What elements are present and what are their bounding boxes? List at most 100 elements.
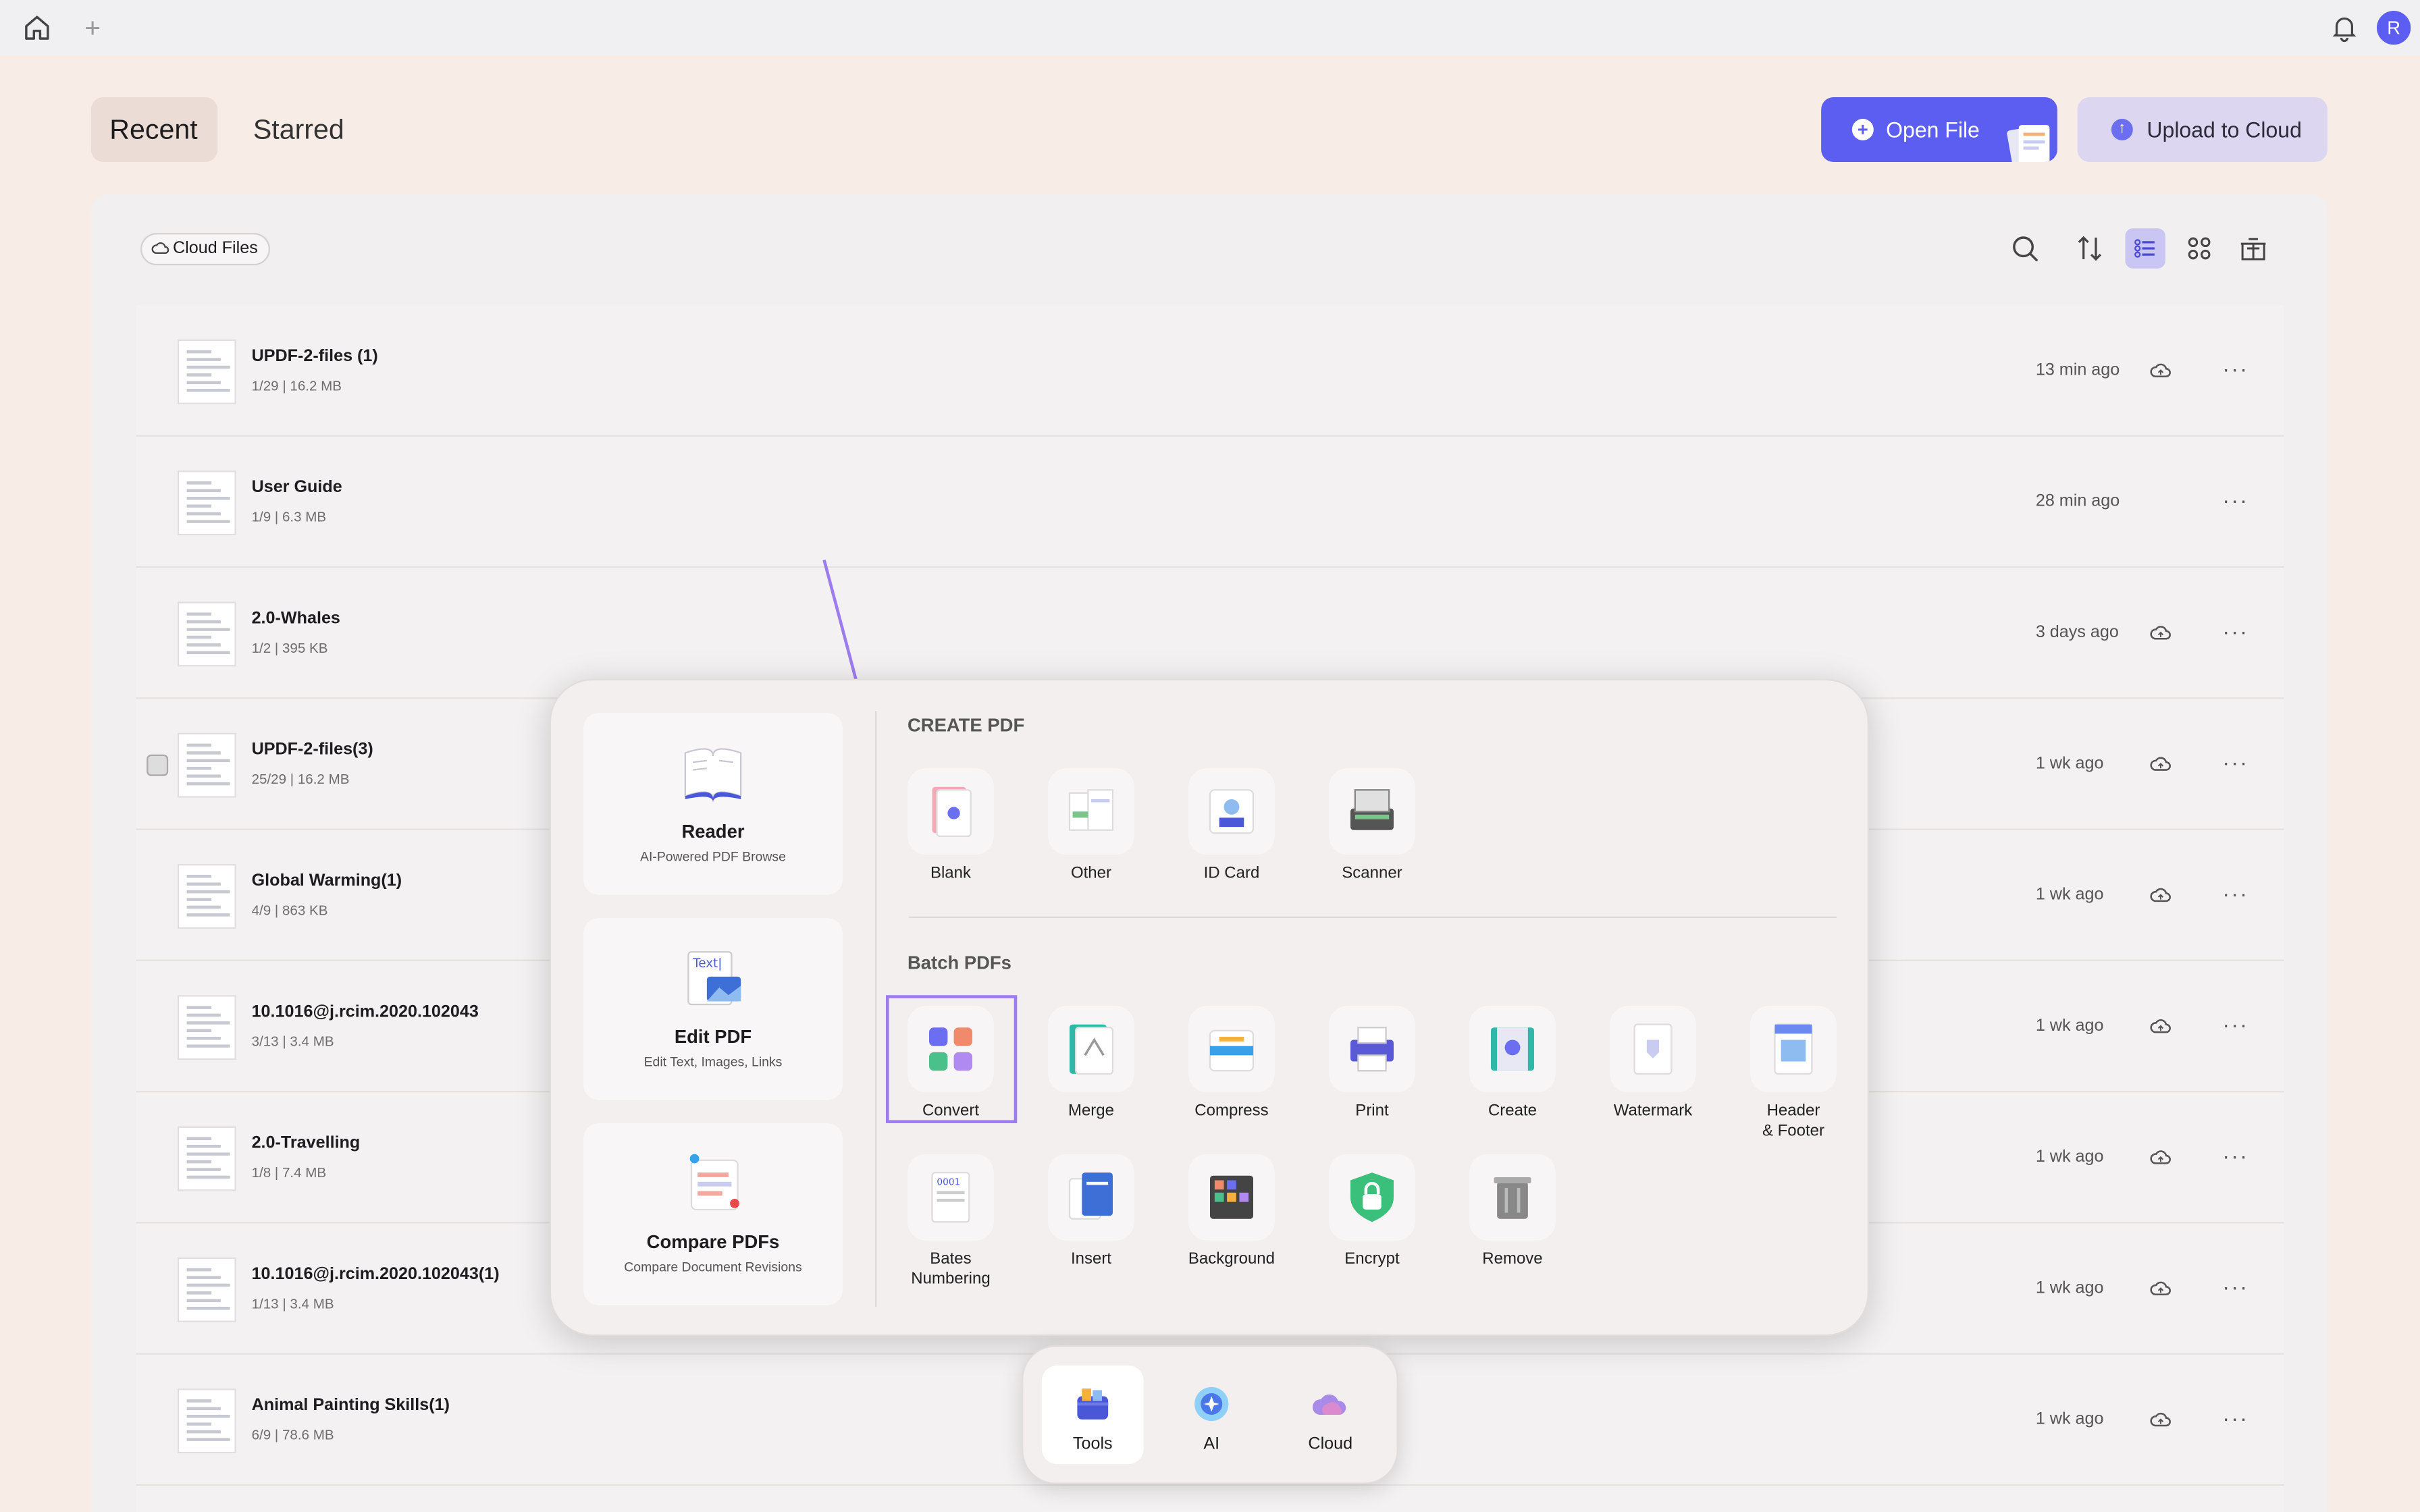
insert-tool[interactable]: Insert [1030,1154,1153,1270]
tab-recent[interactable]: Recent [90,97,218,162]
cloud-icon[interactable] [2150,1409,2172,1430]
file-meta: 1/29 | 16.2 MB [251,377,342,394]
file-thumbnail [177,601,236,667]
compress-tool[interactable]: Compress [1170,1006,1294,1121]
encrypt-tool[interactable]: Encrypt [1311,1154,1434,1270]
more-options-icon[interactable]: ··· [2222,881,2248,906]
cloud-files-label: Cloud Files [172,239,258,258]
tool-label: Create [1488,1101,1537,1120]
file-time: 1 wk ago [2035,754,2104,774]
more-options-icon[interactable]: ··· [2222,356,2248,381]
open-file-button[interactable]: + Open File [1821,97,2057,162]
card-subtitle: Edit Text, Images, Links [643,1054,783,1069]
tool-label: Remove [1482,1249,1543,1268]
dock-tools[interactable]: Tools [1041,1365,1144,1465]
file-name: 10.1016@j.rcim.2020.102043(1) [251,1265,500,1284]
tool-label: Blank [930,863,971,883]
cloud-icon [1312,1394,1346,1415]
tool-label: Watermark [1613,1101,1693,1120]
compare-pdfs-card[interactable]: Compare PDFs Compare Document Revisions [583,1123,843,1305]
create-tool[interactable]: Create [1451,1006,1575,1121]
dock-cloud[interactable]: Cloud [1280,1366,1382,1464]
cloud-icon[interactable] [2150,1146,2172,1168]
upload-to-cloud-button[interactable]: ↑ Upload to Cloud [2077,97,2327,162]
svg-text:Text|: Text| [692,956,722,971]
more-options-icon[interactable]: ··· [2222,1405,2248,1430]
file-row[interactable]: User Guide 1/9 | 6.3 MB 28 min ago ··· [136,437,2284,568]
home-icon[interactable] [22,12,53,43]
edit-pdf-card[interactable]: Text| Edit PDF Edit Text, Images, Links [583,917,843,1100]
convert-highlight [885,995,1018,1123]
other-tool[interactable]: Other [1030,768,1153,884]
dock-ai[interactable]: AI [1161,1366,1263,1464]
more-options-icon[interactable]: ··· [2222,487,2248,512]
card-subtitle: AI-Powered PDF Browse [639,848,786,864]
cloud-icon[interactable] [2150,1278,2172,1299]
edit-pdf-icon: Text| [687,951,741,1006]
more-options-icon[interactable]: ··· [2222,750,2248,775]
tool-label: Encrypt [1344,1249,1400,1268]
cloud-icon[interactable] [2150,360,2172,381]
scanner-tool[interactable]: Scanner [1311,768,1434,884]
tool-label: ID Card [1203,863,1260,883]
cloud-files-filter[interactable]: Cloud Files [140,233,270,266]
more-options-icon[interactable]: ··· [2222,1143,2248,1168]
file-thumbnail [177,732,236,798]
divider [874,711,877,1307]
watermark-tool[interactable]: Watermark [1592,1006,1715,1121]
divider [909,916,1837,918]
tool-label: Bates Numbering [911,1249,991,1289]
blank-tool[interactable]: Blank [889,768,1013,884]
background-tool[interactable]: Background [1170,1154,1294,1270]
cloud-icon[interactable] [2150,884,2172,906]
print-tool[interactable]: Print [1311,1006,1434,1121]
reader-card[interactable]: Reader AI-Powered PDF Browse [583,712,843,895]
card-subtitle: Compare Document Revisions [624,1259,802,1274]
encrypt-icon [1328,1154,1415,1241]
header-footer-tool[interactable]: Header & Footer [1732,1006,1856,1141]
file-name: 2.0-Whales [251,609,340,628]
watermark-icon [1609,1006,1696,1093]
remove-icon [1469,1154,1556,1241]
row-checkbox[interactable] [147,754,169,776]
file-meta: 1/13 | 3.4 MB [251,1295,334,1312]
bates-numbering-icon: 0001 [907,1154,994,1241]
tab-starred[interactable]: Starred [234,97,364,162]
file-name: UPDF-2-files(3) [251,740,373,759]
file-thumbnail [177,1126,236,1191]
new-tab-button[interactable]: + [80,12,105,43]
tool-label: Scanner [1342,863,1402,883]
bates-numbering-tool[interactable]: 0001 Bates Numbering [889,1154,1013,1290]
open-file-label: Open File [1886,117,1980,142]
file-row[interactable]: UPDF-2-files (1) 1/29 | 16.2 MB 13 min ago… [136,306,2284,437]
more-options-icon[interactable]: ··· [2222,619,2248,644]
more-options-icon[interactable]: ··· [2222,1274,2248,1299]
search-icon[interactable] [2008,232,2042,265]
bottom-dock: Tools AI Cloud [1022,1345,1398,1484]
reader-icon [684,748,742,803]
compare-icon [689,1154,739,1211]
bell-icon[interactable] [2329,12,2360,43]
remove-tool[interactable]: Remove [1451,1154,1575,1270]
id-card-icon [1188,768,1275,855]
tool-label: Header & Footer [1762,1101,1825,1141]
header-footer-icon [1750,1006,1837,1093]
sort-icon[interactable] [2073,232,2107,265]
svg-text:0001: 0001 [937,1177,960,1187]
cloud-icon[interactable] [2150,622,2172,643]
batch-pdfs-title: Batch PDFs [907,952,1011,974]
file-meta: 1/8 | 7.4 MB [251,1164,327,1181]
avatar[interactable]: R [2376,10,2411,45]
trash-icon[interactable] [2236,232,2270,265]
merge-tool[interactable]: Merge [1030,1006,1153,1121]
tool-label: Background [1188,1249,1275,1268]
id-card-tool[interactable]: ID Card [1170,768,1294,884]
grid-view-icon[interactable] [2182,232,2216,265]
upload-icon: ↑ [2111,118,2133,140]
create-pdf-title: CREATE PDF [907,714,1025,736]
more-options-icon[interactable]: ··· [2222,1012,2248,1037]
cloud-icon[interactable] [2150,753,2172,774]
dock-label: Tools [1072,1434,1113,1454]
cloud-icon[interactable] [2150,1015,2172,1037]
list-view-button[interactable] [2125,228,2165,269]
